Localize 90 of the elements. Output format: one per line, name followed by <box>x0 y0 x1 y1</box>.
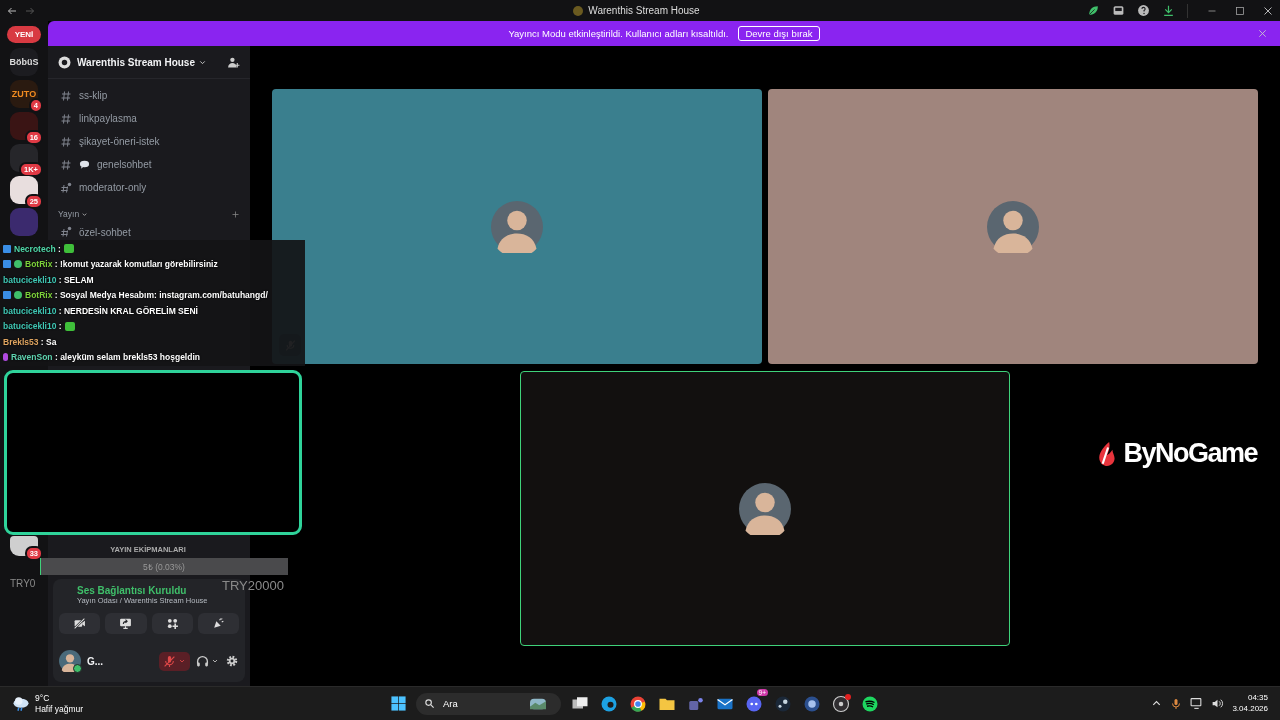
channel-name[interactable]: ss-klip <box>79 90 108 101</box>
channel-name[interactable]: moderator-only <box>79 182 147 193</box>
video-tile[interactable] <box>520 371 1010 646</box>
chat-message: batucicekli10 : NERDESİN KRAL GÖRELİM SENİ <box>3 305 198 316</box>
chat-message: Brekls53 : Sa <box>3 336 57 347</box>
disc-icon[interactable] <box>803 694 821 713</box>
server-logo-icon <box>573 5 584 16</box>
locked-hash-icon <box>60 226 72 238</box>
activities-icon <box>165 617 179 630</box>
clock-time[interactable]: 04:35 <box>1247 693 1268 704</box>
brand-logo: ByNoGame <box>1123 438 1257 469</box>
alert-dot-icon <box>845 693 851 700</box>
invite-icon[interactable] <box>227 55 240 69</box>
headphones-icon <box>196 654 209 668</box>
channel-name[interactable]: şikayet-öneri-istek <box>79 136 160 147</box>
clock-date[interactable]: 3.04.2026 <box>1232 703 1268 714</box>
screen-share-button[interactable] <box>105 613 147 634</box>
inbox-icon[interactable] <box>1112 4 1125 17</box>
add-channel-icon[interactable] <box>231 209 240 219</box>
subscriber-badge-icon <box>3 291 11 300</box>
mute-toggle[interactable] <box>159 651 190 671</box>
microphone-icon[interactable] <box>1170 697 1183 710</box>
server-icon[interactable]: BöbüS <box>10 48 38 76</box>
notice-message: Yayıncı Modu etkinleştirildi. Kullanıcı adları kısaltıldı. <box>508 28 729 39</box>
volume-icon[interactable] <box>1211 697 1225 710</box>
soundboard-button[interactable] <box>197 613 239 634</box>
camera-off-button[interactable] <box>59 613 101 634</box>
hash-icon <box>60 112 72 125</box>
goal-amount: 5₺ (0.03%) <box>142 561 186 572</box>
maximize-icon[interactable] <box>1234 4 1246 17</box>
chat-message: batucicekli10 : SELAM <box>3 274 94 285</box>
start-icon[interactable] <box>390 695 407 712</box>
goal-minimum: TRY0 <box>10 578 36 589</box>
rain-cloud-icon[interactable] <box>12 694 30 713</box>
activities-button[interactable] <box>151 613 193 634</box>
deafen-toggle[interactable] <box>196 654 219 668</box>
locked-hash-icon <box>60 181 72 194</box>
temperature: 9°C <box>35 693 51 704</box>
server-icon <box>58 55 71 69</box>
speech-bubble-icon <box>79 159 90 170</box>
game-store-icon[interactable] <box>774 694 792 713</box>
close-icon[interactable] <box>1262 4 1274 17</box>
online-status-icon <box>73 664 82 673</box>
chevron-icon <box>178 657 186 665</box>
user-avatar <box>59 650 81 672</box>
vip-badge-icon <box>3 353 8 362</box>
network-icon[interactable] <box>1190 697 1204 710</box>
chat-message: BotRix : !komut yazarak komutları görebilirsiniz <box>25 259 218 270</box>
screen-share-icon <box>119 617 133 630</box>
avatar-icon <box>987 200 1039 253</box>
leaf-icon[interactable] <box>1087 4 1100 17</box>
chevron-icon <box>211 657 219 665</box>
video-tile[interactable] <box>768 89 1258 364</box>
hash-icon <box>60 158 72 171</box>
window-title: Warenthis Stream House <box>588 5 700 16</box>
goal-maximum: TRY20000 <box>222 578 284 593</box>
new-badge: YENİ <box>6 26 42 43</box>
help-icon[interactable] <box>1137 4 1150 17</box>
video-tile[interactable] <box>272 89 762 364</box>
hash-icon <box>60 89 72 102</box>
soundboard-icon <box>211 617 225 630</box>
chat-message: RavenSon : aleyküm selam brekls53 hoşgeldin <box>11 352 200 363</box>
connection-status: Ses Bağlantısı Kuruldu <box>77 585 188 596</box>
avatar-icon <box>491 200 543 253</box>
channel-name[interactable]: özel-sohbet <box>79 226 131 238</box>
avatar-icon <box>739 482 791 535</box>
camera-off-icon <box>73 617 87 630</box>
channel-name[interactable]: genelsohbet <box>97 159 152 170</box>
search-field[interactable]: Ara <box>416 692 561 715</box>
category-name[interactable]: Yayın <box>58 209 80 219</box>
download-icon[interactable] <box>1162 4 1175 17</box>
disable-button[interactable]: Devre dışı bırak <box>738 26 820 41</box>
chat-app-icon[interactable] <box>745 694 763 713</box>
verified-badge-icon <box>14 291 22 300</box>
chat-message: batucicekli10 : <box>3 321 62 332</box>
verified-badge-icon <box>14 260 22 269</box>
chat-message: BotRix : Sosyal Medya Hesabım: instagram.com/batuhangd/ <box>25 290 268 301</box>
user-name: G... <box>87 655 105 667</box>
browser-icon[interactable] <box>629 694 647 713</box>
music-app-icon[interactable] <box>861 694 879 713</box>
record-app-icon[interactable] <box>832 694 850 713</box>
server-name[interactable]: Warenthis Stream House <box>77 56 195 68</box>
weather-status: Hafif yağmur <box>35 703 84 714</box>
hash-icon <box>60 135 72 148</box>
search-icon <box>424 698 435 709</box>
settings-icon[interactable] <box>225 654 239 668</box>
browser-icon[interactable] <box>600 694 618 713</box>
chevron-icon <box>81 210 89 218</box>
chat-message: Necrotech : <box>14 243 61 254</box>
channel-name[interactable]: linkpaylasma <box>79 113 137 124</box>
